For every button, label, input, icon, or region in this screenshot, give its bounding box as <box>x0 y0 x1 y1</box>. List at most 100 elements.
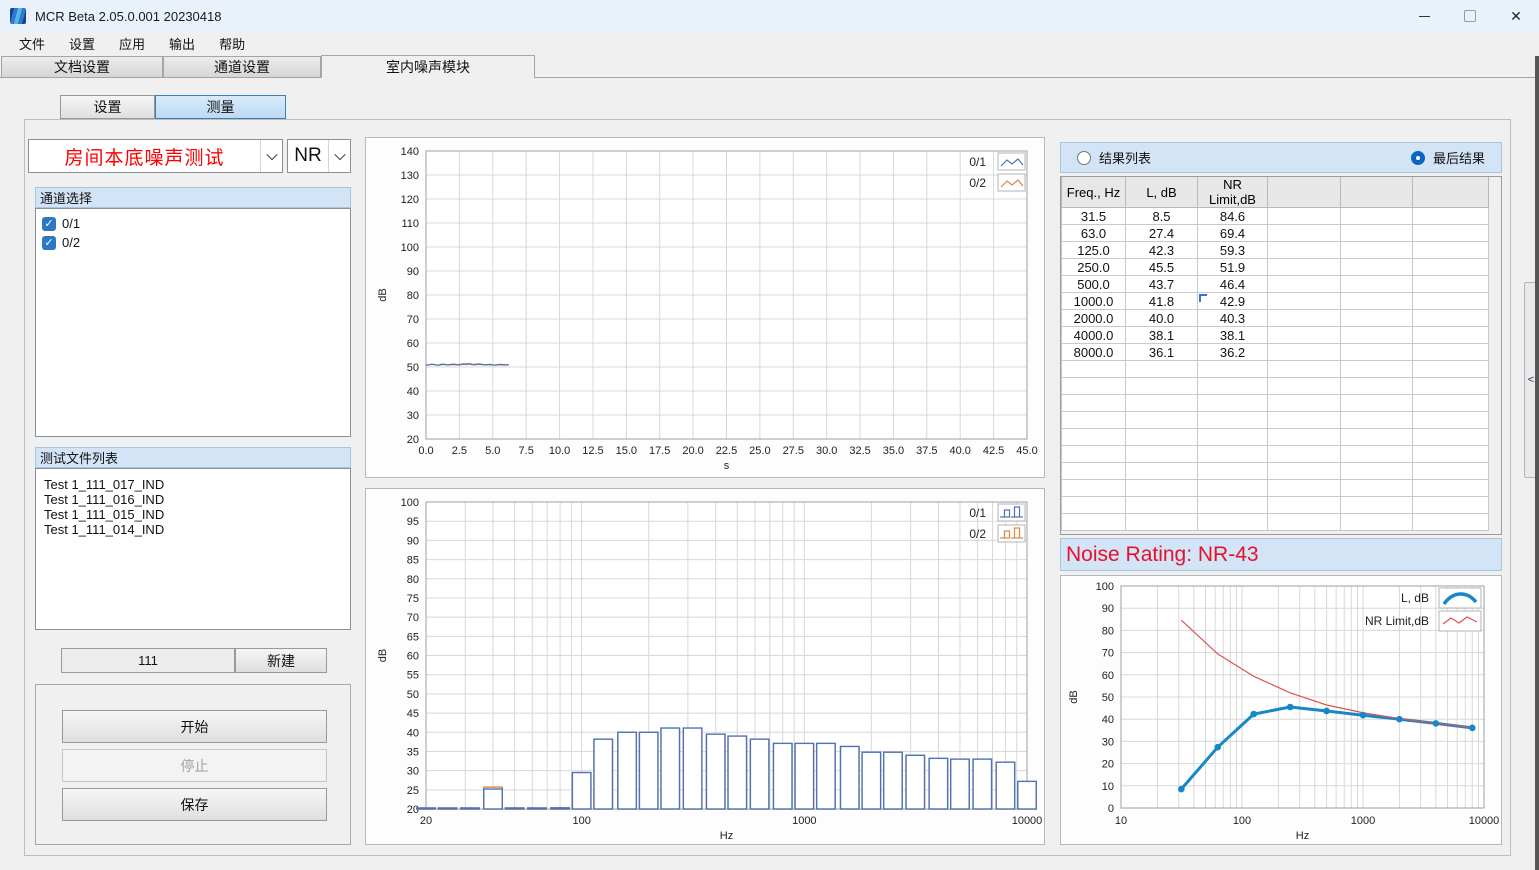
table-cell[interactable]: 63.0 <box>1062 225 1126 242</box>
table-cell[interactable] <box>1413 344 1489 361</box>
table-cell[interactable] <box>1268 327 1341 344</box>
table-cell[interactable]: 38.1 <box>1126 327 1198 344</box>
table-cell[interactable] <box>1341 344 1413 361</box>
radio-result-list[interactable]: 结果列表 <box>1077 148 1151 167</box>
table-cell[interactable]: 43.7 <box>1126 276 1198 293</box>
table-row[interactable]: 125.042.359.3 <box>1062 242 1489 259</box>
close-button[interactable]: ✕ <box>1493 0 1539 32</box>
file-list-item[interactable]: Test 1_111_014_IND <box>36 522 350 537</box>
table-cell[interactable] <box>1413 259 1489 276</box>
checkbox-icon[interactable]: ✓ <box>42 217 56 231</box>
table-cell[interactable] <box>1268 310 1341 327</box>
file-list-item[interactable]: Test 1_111_017_IND <box>36 477 350 492</box>
table-cell[interactable] <box>1268 344 1341 361</box>
stop-button[interactable]: 停止 <box>62 749 327 782</box>
table-cell[interactable] <box>1341 276 1413 293</box>
subtab-settings[interactable]: 设置 <box>60 95 155 119</box>
tab-1[interactable]: 文档设置 <box>1 56 163 77</box>
channel-item[interactable]: ✓0/2 <box>36 233 350 252</box>
table-cell[interactable] <box>1413 242 1489 259</box>
table-cell[interactable]: 84.6 <box>1198 208 1268 225</box>
table-cell[interactable] <box>1268 242 1341 259</box>
table-cell[interactable] <box>1341 259 1413 276</box>
file-listbox[interactable]: Test 1_111_017_INDTest 1_111_016_INDTest… <box>35 468 351 630</box>
menu-item-4[interactable]: 输出 <box>160 32 204 55</box>
table-cell[interactable]: 59.3 <box>1198 242 1268 259</box>
table-row[interactable]: 2000.040.040.3 <box>1062 310 1489 327</box>
table-cell[interactable]: 42.9 <box>1198 293 1268 310</box>
table-cell[interactable]: 38.1 <box>1198 327 1268 344</box>
table-cell[interactable]: 31.5 <box>1062 208 1126 225</box>
table-cell[interactable]: 500.0 <box>1062 276 1126 293</box>
table-cell[interactable]: 51.9 <box>1198 259 1268 276</box>
menu-item-1[interactable]: 文件 <box>10 32 54 55</box>
channel-item[interactable]: ✓0/1 <box>36 214 350 233</box>
file-list-item[interactable]: Test 1_111_015_IND <box>36 507 350 522</box>
table-cell[interactable]: 36.1 <box>1126 344 1198 361</box>
table-cell[interactable]: 41.8 <box>1126 293 1198 310</box>
save-button[interactable]: 保存 <box>62 788 327 821</box>
table-row[interactable]: 31.58.584.6 <box>1062 208 1489 225</box>
table-cell[interactable] <box>1341 208 1413 225</box>
table-cell[interactable]: 40.0 <box>1126 310 1198 327</box>
table-cell[interactable] <box>1268 293 1341 310</box>
table-cell[interactable]: 27.4 <box>1126 225 1198 242</box>
table-row[interactable]: 63.027.469.4 <box>1062 225 1489 242</box>
table-cell[interactable]: 8.5 <box>1126 208 1198 225</box>
checkbox-icon[interactable]: ✓ <box>42 236 56 250</box>
table-cell[interactable]: 42.3 <box>1126 242 1198 259</box>
table-cell[interactable] <box>1268 208 1341 225</box>
table-row[interactable]: 8000.036.136.2 <box>1062 344 1489 361</box>
table-cell[interactable]: 250.0 <box>1062 259 1126 276</box>
table-cell[interactable]: 69.4 <box>1198 225 1268 242</box>
table-cell[interactable] <box>1268 259 1341 276</box>
table-cell[interactable] <box>1268 225 1341 242</box>
maximize-button[interactable] <box>1447 0 1493 32</box>
rating-dropdown-arrow[interactable] <box>328 140 350 172</box>
radio-last-result[interactable]: 最后结果 <box>1411 148 1485 167</box>
file-list-item[interactable]: Test 1_111_016_IND <box>36 492 350 507</box>
table-cell[interactable] <box>1413 310 1489 327</box>
table-cell[interactable]: 45.5 <box>1126 259 1198 276</box>
table-cell[interactable] <box>1341 225 1413 242</box>
minimize-button[interactable] <box>1401 0 1447 32</box>
table-cell[interactable]: 4000.0 <box>1062 327 1126 344</box>
svg-text:50: 50 <box>407 362 419 374</box>
table-cell[interactable]: 8000.0 <box>1062 344 1126 361</box>
channel-listbox[interactable]: ✓0/1✓0/2 <box>35 208 351 437</box>
table-row[interactable]: 500.043.746.4 <box>1062 276 1489 293</box>
table-cell[interactable] <box>1341 310 1413 327</box>
table-cell[interactable] <box>1341 293 1413 310</box>
table-cell[interactable]: 2000.0 <box>1062 310 1126 327</box>
table-cell <box>1413 412 1489 429</box>
file-name-input[interactable] <box>61 648 235 673</box>
rating-combo[interactable]: NR <box>287 139 351 173</box>
table-cell[interactable] <box>1413 293 1489 310</box>
table-cell <box>1341 480 1413 497</box>
test-type-dropdown-arrow[interactable] <box>260 140 282 172</box>
table-row[interactable]: 250.045.551.9 <box>1062 259 1489 276</box>
table-cell[interactable] <box>1413 225 1489 242</box>
menu-item-2[interactable]: 设置 <box>60 32 104 55</box>
table-cell[interactable]: 40.3 <box>1198 310 1268 327</box>
new-file-button[interactable]: 新建 <box>235 648 327 673</box>
start-button[interactable]: 开始 <box>62 710 327 743</box>
table-cell[interactable]: 1000.0 <box>1062 293 1126 310</box>
table-cell[interactable] <box>1413 276 1489 293</box>
menu-item-3[interactable]: 应用 <box>110 32 154 55</box>
table-cell[interactable] <box>1341 242 1413 259</box>
tab-2[interactable]: 通道设置 <box>163 56 321 77</box>
table-cell[interactable] <box>1268 276 1341 293</box>
table-cell[interactable]: 46.4 <box>1198 276 1268 293</box>
table-cell[interactable] <box>1413 208 1489 225</box>
subtab-measure[interactable]: 测量 <box>155 95 286 119</box>
table-cell[interactable]: 125.0 <box>1062 242 1126 259</box>
menu-item-5[interactable]: 帮助 <box>210 32 254 55</box>
test-type-combo[interactable]: 房间本底噪声测试 <box>28 139 283 173</box>
table-row[interactable]: 4000.038.138.1 <box>1062 327 1489 344</box>
table-row[interactable]: 1000.041.842.9 <box>1062 293 1489 310</box>
table-cell[interactable]: 36.2 <box>1198 344 1268 361</box>
table-cell[interactable] <box>1341 327 1413 344</box>
table-cell[interactable] <box>1413 327 1489 344</box>
tab-3[interactable]: 室内噪声模块 <box>321 55 535 78</box>
